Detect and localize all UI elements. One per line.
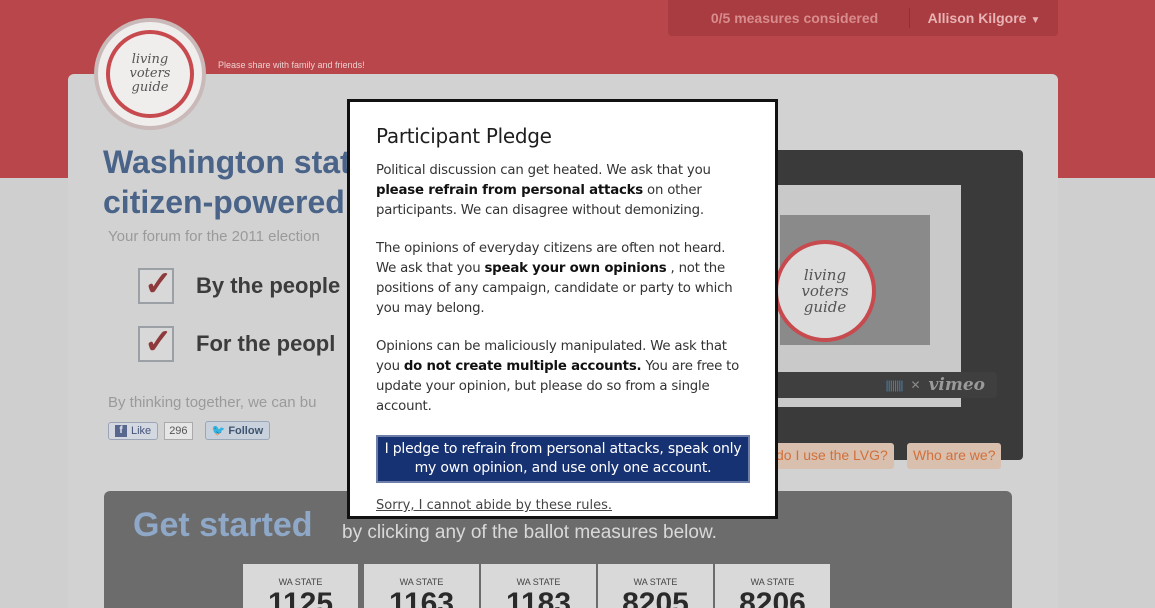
facebook-like-button[interactable]: f Like <box>108 421 159 440</box>
vimeo-logo[interactable]: vimeo <box>929 375 985 395</box>
pledge-paragraph-accounts: Opinions can be maliciously manipulated.… <box>376 337 749 417</box>
get-started-title: Get started <box>133 506 313 544</box>
video-logo-wordmark: living voters guide <box>801 267 848 315</box>
checkmark-icon: ✓ <box>144 323 173 361</box>
user-name: Allison Kilgore <box>927 10 1027 26</box>
p2-emphasis: speak your own opinions <box>484 261 667 276</box>
ballot-number: 1183 <box>505 587 572 608</box>
tagline: By thinking together, we can bu <box>108 394 317 411</box>
headline-line-2: citizen-powered <box>103 184 345 220</box>
fullscreen-icon[interactable]: ✕ <box>910 378 920 392</box>
ballot-number: 8206 <box>739 587 806 608</box>
measures-count[interactable]: 0/5 measures considered <box>680 8 910 28</box>
logo-ring: living voters guide <box>106 30 194 118</box>
p1-emphasis: please refrain from personal attacks <box>376 183 644 198</box>
caret-down-icon: ▼ <box>1030 15 1041 26</box>
p1-text: Political discussion can get heated. We … <box>376 163 711 178</box>
ballot-state: WA STATE <box>633 577 678 587</box>
twitter-icon: 🐦 <box>211 425 226 437</box>
pledge-accept-button[interactable]: I pledge to refrain from personal attack… <box>376 435 750 483</box>
checkmark-icon: ✓ <box>144 265 173 303</box>
ballot-card[interactable]: WA STATE 1183 <box>481 564 596 608</box>
get-started-subtitle: by clicking any of the ballot measures b… <box>342 522 717 543</box>
check-row-for: ✓ For the peopl <box>138 323 336 362</box>
ballot-number: 1125 <box>267 587 334 608</box>
volume-icon[interactable]: |||||||| <box>886 378 904 392</box>
participant-pledge-dialog: Participant Pledge Political discussion … <box>347 99 778 519</box>
ballot-card[interactable]: WA STATE 8206 <box>715 564 830 608</box>
p3-emphasis: do not create multiple accounts. <box>403 359 642 374</box>
page-subline: Your forum for the 2011 election <box>108 228 320 245</box>
like-label: Like <box>131 424 152 437</box>
video-logo-line-2: voters <box>801 282 849 300</box>
check-label-for: For the peopl <box>196 331 336 356</box>
how-to-use-button[interactable]: do I use the LVG? <box>770 443 894 469</box>
logo-line-2: voters <box>129 66 171 81</box>
user-bar: 0/5 measures considered Allison Kilgore ▼ <box>668 0 1058 36</box>
video-logo: living voters guide <box>774 240 876 342</box>
headline-line-1: Washington stat <box>103 144 351 180</box>
page-headline: Washington stat citizen-powered <box>103 142 351 222</box>
ballot-card[interactable]: WA STATE 8205 <box>598 564 713 608</box>
ballot-state: WA STATE <box>278 577 323 587</box>
share-text: Please share with family and friends! <box>218 60 365 70</box>
pledge-paragraph-attacks: Political discussion can get heated. We … <box>376 161 749 221</box>
check-label-by: By the people <box>196 273 341 298</box>
video-logo-line-1: living <box>803 266 847 284</box>
checkbox-icon: ✓ <box>138 323 174 362</box>
follow-label: Follow <box>228 425 264 437</box>
logo-wordmark: living voters guide <box>130 53 171 95</box>
user-menu[interactable]: Allison Kilgore ▼ <box>910 10 1058 26</box>
ballot-state: WA STATE <box>399 577 444 587</box>
who-are-we-button[interactable]: Who are we? <box>907 443 1002 469</box>
ballot-number: 1163 <box>388 587 455 608</box>
twitter-follow-button[interactable]: 🐦 Follow <box>204 421 271 440</box>
check-row-by: ✓ By the people <box>138 265 341 304</box>
social-buttons: f Like 296 🐦 Follow <box>108 421 271 440</box>
ballot-card[interactable]: WA STATE 1125 <box>243 564 358 608</box>
ballot-card[interactable]: WA STATE 1163 <box>364 564 479 608</box>
video-logo-line-3: guide <box>803 298 847 316</box>
like-count: 296 <box>164 421 193 440</box>
checkbox-icon: ✓ <box>138 265 174 304</box>
facebook-icon: f <box>115 424 127 437</box>
ballot-state: WA STATE <box>750 577 795 587</box>
dialog-title: Participant Pledge <box>376 124 552 148</box>
pledge-decline-link[interactable]: Sorry, I cannot abide by these rules. <box>376 498 612 513</box>
ballot-state: WA STATE <box>516 577 561 587</box>
site-logo[interactable]: living voters guide <box>94 18 206 130</box>
pledge-paragraph-opinions: The opinions of everyday citizens are of… <box>376 239 749 319</box>
video-controls: |||||||| ✕ vimeo <box>775 372 997 398</box>
ballot-number: 8205 <box>622 587 689 608</box>
logo-line-3: guide <box>131 80 169 95</box>
logo-line-1: living <box>131 52 169 67</box>
